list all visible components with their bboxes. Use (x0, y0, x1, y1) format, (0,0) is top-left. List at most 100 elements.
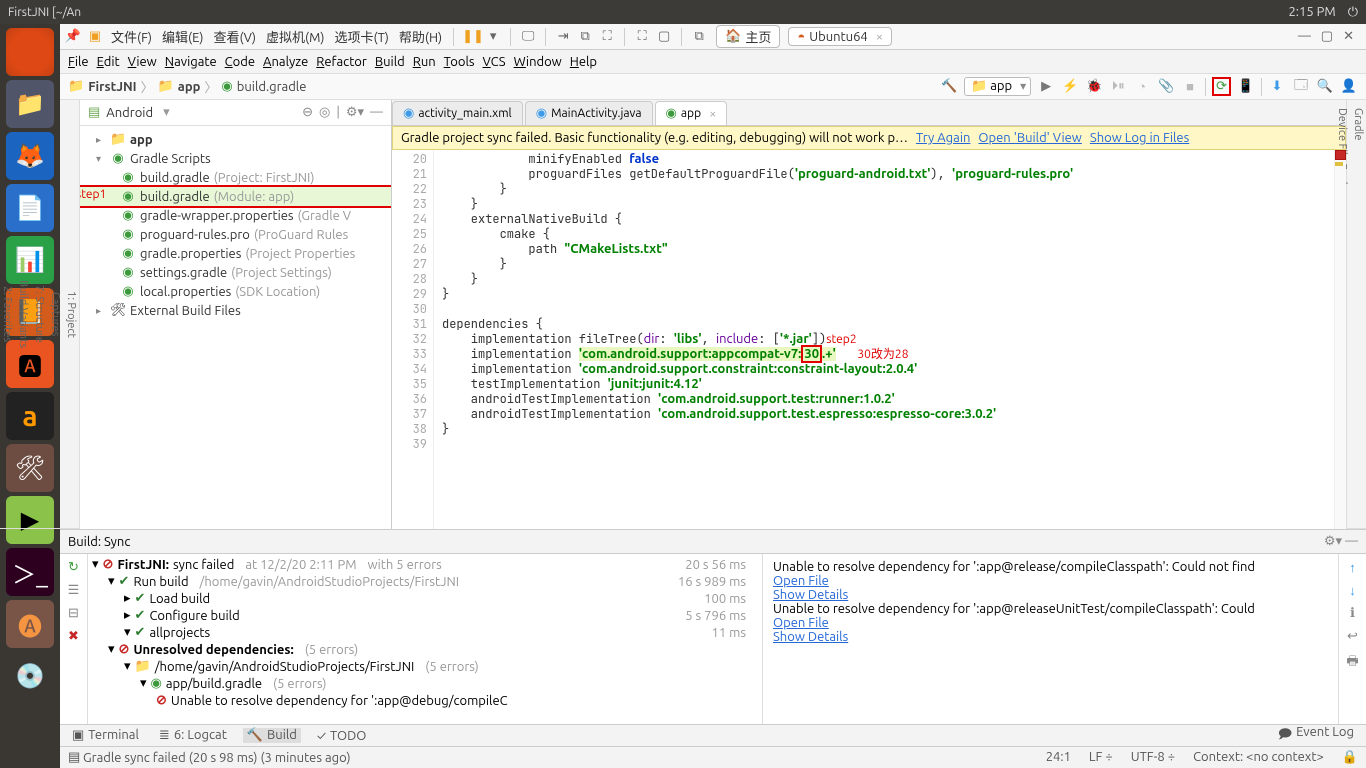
menu-help[interactable]: Help (570, 55, 597, 69)
line-gutter[interactable]: 2021222324252627282930313233343536373839 (392, 150, 434, 529)
vm-menu-view[interactable]: 查看(V) (211, 27, 259, 46)
status-ctx[interactable]: Context: <no context> (1193, 750, 1324, 765)
print-icon[interactable]: 🖶 (1346, 652, 1358, 674)
vm-pin-icon[interactable]: 📌 (64, 29, 82, 44)
menu-run[interactable]: Run (413, 55, 436, 69)
tab-build[interactable]: 🔨Build (243, 728, 301, 743)
side-project[interactable]: 1: Project (63, 100, 79, 529)
filter-icon[interactable]: ☰ (68, 583, 80, 598)
menu-build[interactable]: Build (375, 55, 405, 69)
gear-icon[interactable]: ⚙▾ (346, 105, 364, 120)
project-view-dropdown[interactable]: Android (106, 106, 153, 120)
vm-menu-help[interactable]: 帮助(H) (396, 27, 445, 46)
run-icon[interactable]: ▶ (1037, 78, 1055, 96)
disc-icon[interactable]: 💿 (6, 652, 54, 700)
user-icon[interactable]: 👤 (1340, 78, 1358, 96)
vm-menu-tabs[interactable]: 选项卡(T) (331, 27, 391, 46)
vm-screen-icon[interactable]: ⛶ (598, 29, 616, 44)
down-icon[interactable]: ↓ (1349, 583, 1356, 598)
tree-item[interactable]: ◉gradle-wrapper.properties (Gradle V (80, 206, 391, 225)
minimize-icon[interactable]: — (1298, 29, 1311, 44)
close-window-icon[interactable]: ✕ (1343, 29, 1354, 44)
tree-item[interactable]: ◉gradle.properties (Project Properties (80, 244, 391, 263)
toggle-icon[interactable]: ⊟ (68, 606, 79, 621)
tree-item[interactable]: ◉proguard-rules.pro (ProGuard Rules (80, 225, 391, 244)
vm-power-icon[interactable]: ▣ (86, 29, 104, 44)
editor-tab[interactable]: ◉activity_main.xml (392, 101, 523, 125)
status-enc[interactable]: UTF-8 ÷ (1131, 750, 1175, 765)
run-config-dropdown[interactable]: 📁 app (964, 77, 1031, 96)
hide-icon[interactable]: — (1345, 534, 1358, 548)
vm-unity-icon[interactable]: ⧉ (576, 29, 594, 44)
menu-tools[interactable]: Tools (444, 55, 475, 69)
vm-tab-ubuntu[interactable]: ◓Ubuntu64× (788, 27, 892, 46)
close-icon[interactable]: ✖ (68, 629, 79, 644)
tree-item[interactable]: ◉local.properties (SDK Location) (80, 282, 391, 301)
vm-view-icon[interactable]: ▢ (655, 29, 673, 44)
sdk-icon[interactable]: ⬇ (1268, 78, 1286, 96)
collapse-icon[interactable]: ⊖ (302, 105, 313, 120)
code-editor[interactable]: minifyEnabled false proguardFiles getDef… (434, 150, 1334, 529)
vm-dropdown-icon[interactable]: ▾ (484, 29, 502, 44)
vm-tab-home[interactable]: 🏠主页 (716, 25, 780, 48)
vm-send-icon[interactable]: ⇥ (554, 29, 572, 44)
hide-icon[interactable]: — (370, 105, 383, 120)
menu-code[interactable]: Code (225, 55, 255, 69)
side-captures[interactable]: Captures (47, 100, 63, 529)
side-structure[interactable]: 7: Structure (31, 100, 47, 529)
menu-file[interactable]: File (68, 55, 89, 69)
side-variants[interactable]: Build Variants (15, 100, 31, 529)
build-tree[interactable]: ▾⊘ FirstJNI: sync failed at 12/2/20 2:11… (88, 554, 762, 724)
vm-fullscreen-icon[interactable]: ⛶ (633, 29, 651, 44)
debug-icon[interactable]: 🐞 (1085, 78, 1103, 96)
tab-eventlog[interactable]: 🗩Event Log (1274, 725, 1358, 747)
side-favorites[interactable]: 2: Favorites (0, 100, 15, 529)
tab-terminal[interactable]: ▣Terminal (68, 728, 143, 743)
menu-navigate[interactable]: Navigate (165, 55, 217, 69)
menu-vcs[interactable]: VCS (483, 55, 506, 69)
build-detail[interactable]: Unable to resolve dependency for ':app@r… (762, 554, 1338, 724)
status-lock-icon[interactable]: 🔒 (1342, 750, 1358, 765)
make-icon[interactable]: 🔨 (940, 78, 958, 96)
error-stripe[interactable] (1334, 150, 1346, 529)
updater-icon[interactable]: 🅐 (6, 600, 54, 648)
vm-lib-icon[interactable]: ⧉ (690, 29, 708, 44)
profiler-icon[interactable]: ⏵⏸ (1109, 78, 1127, 96)
project-tree[interactable]: ▸📁app ▾◉Gradle Scripts step1 ◉build.grad… (80, 126, 391, 529)
vm-menu-edit[interactable]: 编辑(E) (159, 27, 206, 46)
apply-changes-icon[interactable]: ⚡ (1061, 78, 1079, 96)
vm-menu-vm[interactable]: 虚拟机(M) (263, 27, 328, 46)
menu-edit[interactable]: Edit (97, 55, 120, 69)
terminal-icon[interactable]: ＞_ (6, 548, 54, 596)
close-icon[interactable]: × (709, 107, 716, 121)
i-icon[interactable]: ℹ (1350, 606, 1355, 621)
tree-item[interactable]: ◉build.gradle (Module: app) (80, 187, 391, 206)
stop-icon[interactable]: ■ (1181, 78, 1199, 96)
restart-icon[interactable]: ↻ (68, 560, 79, 575)
menu-refactor[interactable]: Refactor (316, 55, 367, 69)
vm-pause-icon[interactable]: ❚❚ (462, 29, 480, 44)
tree-item[interactable]: ◉settings.gradle (Project Settings) (80, 263, 391, 282)
attach-icon[interactable]: 📎 (1157, 78, 1175, 96)
menu-analyze[interactable]: Analyze (263, 55, 308, 69)
target-icon[interactable]: ◎ (319, 105, 330, 120)
status-icon[interactable]: ▤ (68, 750, 80, 765)
project-structure-icon[interactable]: 🗔 (1292, 78, 1310, 96)
side-gradle[interactable]: Gradle (1350, 100, 1366, 529)
gear-icon[interactable]: ⚙▾ (1324, 534, 1342, 548)
menu-view[interactable]: View (128, 55, 157, 69)
tab-todo[interactable]: ✓TODO (313, 729, 371, 743)
editor-tab[interactable]: ◉app× (655, 101, 728, 125)
chevron-down-icon[interactable]: ▾ (163, 105, 170, 120)
sync-gradle-button[interactable]: ⟳ (1212, 77, 1231, 96)
show-log-link[interactable]: Show Log in Files (1090, 131, 1189, 145)
clock[interactable]: 2:15 PM (1288, 5, 1335, 19)
close-icon[interactable]: × (876, 30, 883, 44)
status-lf[interactable]: LF ÷ (1089, 750, 1113, 765)
vm-menu-file[interactable]: 文件(F) (108, 27, 155, 46)
vm-snapshot-icon[interactable]: 🖵 (519, 29, 537, 44)
avd-icon[interactable]: 📱 (1237, 78, 1255, 96)
indicators-icon[interactable]: ⏻ (1348, 5, 1358, 20)
open-build-link[interactable]: Open 'Build' View (978, 131, 1081, 145)
wrap-icon[interactable]: ↩ (1347, 629, 1358, 644)
